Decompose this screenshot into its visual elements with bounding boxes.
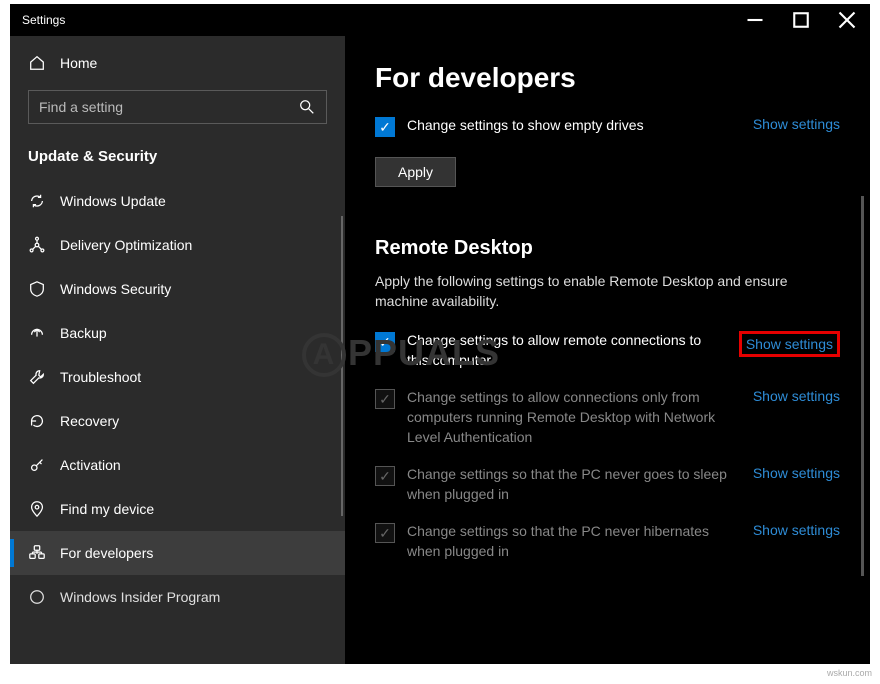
sidebar-item-for-developers[interactable]: For developers xyxy=(10,531,345,575)
sidebar-item-label: Activation xyxy=(60,457,121,473)
sidebar-item-label: Recovery xyxy=(60,413,119,429)
search-input[interactable] xyxy=(39,99,298,115)
close-button[interactable] xyxy=(824,4,870,36)
sidebar-item-label: Delivery Optimization xyxy=(60,237,192,253)
close-icon xyxy=(838,11,856,29)
sidebar-item-label: Windows Insider Program xyxy=(60,589,220,605)
check-icon: ✓ xyxy=(379,335,391,349)
window-controls xyxy=(732,4,870,36)
setting-no-sleep: ✓ Change settings so that the PC never g… xyxy=(375,465,840,504)
setting-empty-drives: ✓ Change settings to show empty drives S… xyxy=(375,116,840,137)
window-body: Home Update & Security Windows Update De… xyxy=(10,36,870,664)
content-pane: For developers ✓ Change settings to show… xyxy=(345,36,870,664)
page-title: For developers xyxy=(375,62,840,94)
maximize-icon xyxy=(792,11,810,29)
sidebar-item-windows-security[interactable]: Windows Security xyxy=(10,267,345,311)
window-title: Settings xyxy=(22,13,732,27)
key-icon xyxy=(28,456,46,474)
show-settings-link[interactable]: Show settings xyxy=(753,388,840,404)
shield-icon xyxy=(28,280,46,298)
sidebar-item-activation[interactable]: Activation xyxy=(10,443,345,487)
sidebar-item-windows-update[interactable]: Windows Update xyxy=(10,179,345,223)
checkbox-no-sleep[interactable]: ✓ xyxy=(375,466,395,486)
backup-icon xyxy=(28,324,46,342)
sidebar-item-label: Troubleshoot xyxy=(60,369,141,385)
checkbox-empty-drives[interactable]: ✓ xyxy=(375,117,395,137)
sidebar-item-label: Windows Update xyxy=(60,193,166,209)
setting-label: Change settings to show empty drives xyxy=(407,116,741,136)
maximize-button[interactable] xyxy=(778,4,824,36)
sidebar: Home Update & Security Windows Update De… xyxy=(10,36,345,664)
setting-no-hibernate: ✓ Change settings so that the PC never h… xyxy=(375,522,840,561)
setting-label: Change settings to allow remote connecti… xyxy=(407,331,727,370)
setting-label: Change settings so that the PC never hib… xyxy=(407,522,741,561)
sidebar-item-find-my-device[interactable]: Find my device xyxy=(10,487,345,531)
show-settings-link[interactable]: Show settings xyxy=(753,522,840,538)
check-icon: ✓ xyxy=(379,526,391,540)
home-icon xyxy=(28,54,46,72)
sidebar-item-label: Windows Security xyxy=(60,281,171,297)
sidebar-item-label: For developers xyxy=(60,545,153,561)
wrench-icon xyxy=(28,368,46,386)
insider-icon xyxy=(28,588,46,606)
footer-attribution: wskun.com xyxy=(827,668,872,678)
delivery-icon xyxy=(28,236,46,254)
sidebar-item-label: Backup xyxy=(60,325,107,341)
sidebar-item-recovery[interactable]: Recovery xyxy=(10,399,345,443)
sidebar-item-troubleshoot[interactable]: Troubleshoot xyxy=(10,355,345,399)
sidebar-scrollbar[interactable] xyxy=(341,216,343,516)
sync-icon xyxy=(28,192,46,210)
setting-allow-remote: ✓ Change settings to allow remote connec… xyxy=(375,331,840,370)
check-icon: ✓ xyxy=(379,120,391,134)
home-label: Home xyxy=(60,55,97,71)
sidebar-item-windows-insider[interactable]: Windows Insider Program xyxy=(10,575,345,619)
section-heading-remote-desktop: Remote Desktop xyxy=(375,237,840,260)
content-scrollbar[interactable] xyxy=(861,196,864,576)
check-icon: ✓ xyxy=(379,392,391,406)
setting-label: Change settings so that the PC never goe… xyxy=(407,465,741,504)
apply-button-1[interactable]: Apply xyxy=(375,157,456,187)
show-settings-link[interactable]: Show settings xyxy=(753,116,840,132)
minimize-button[interactable] xyxy=(732,4,778,36)
check-icon: ✓ xyxy=(379,469,391,483)
show-settings-link[interactable]: Show settings xyxy=(753,465,840,481)
settings-window: Settings Home xyxy=(10,4,870,664)
show-settings-link-highlighted[interactable]: Show settings xyxy=(739,331,840,357)
sidebar-item-backup[interactable]: Backup xyxy=(10,311,345,355)
checkbox-nla[interactable]: ✓ xyxy=(375,389,395,409)
checkbox-no-hibernate[interactable]: ✓ xyxy=(375,523,395,543)
search-box[interactable] xyxy=(28,90,327,124)
section-heading: Update & Security xyxy=(10,138,345,179)
recovery-icon xyxy=(28,412,46,430)
sidebar-item-delivery-optimization[interactable]: Delivery Optimization xyxy=(10,223,345,267)
sidebar-item-label: Find my device xyxy=(60,501,154,517)
home-button[interactable]: Home xyxy=(10,44,345,82)
nav-list: Windows Update Delivery Optimization Win… xyxy=(10,179,345,664)
titlebar: Settings xyxy=(10,4,870,36)
location-icon xyxy=(28,500,46,518)
minimize-icon xyxy=(746,11,764,29)
checkbox-allow-remote[interactable]: ✓ xyxy=(375,332,395,352)
search-icon xyxy=(298,98,316,116)
setting-label: Change settings to allow connections onl… xyxy=(407,388,741,447)
section-description: Apply the following settings to enable R… xyxy=(375,272,840,311)
developer-icon xyxy=(28,544,46,562)
setting-nla: ✓ Change settings to allow connections o… xyxy=(375,388,840,447)
